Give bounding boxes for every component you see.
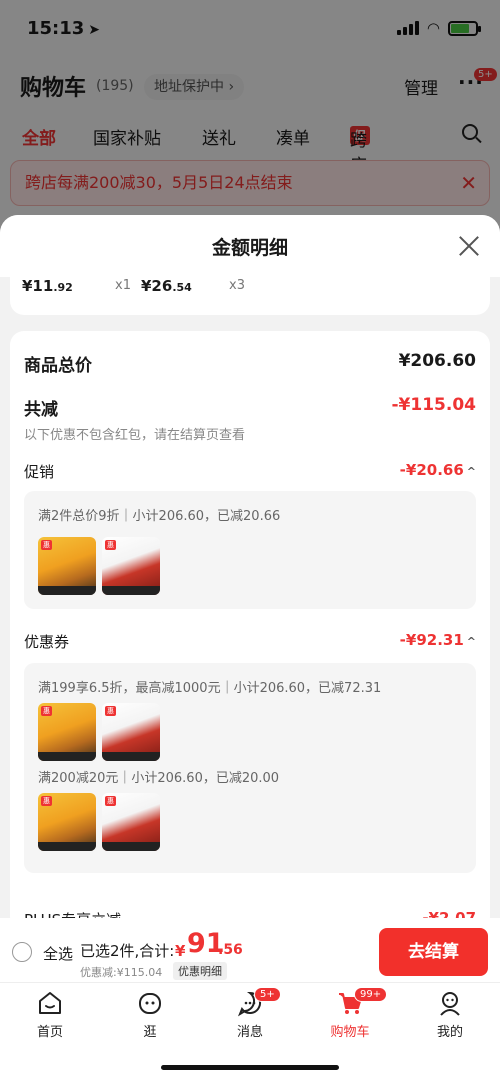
item-qty-2: x3 (229, 278, 245, 293)
caret-up-icon: ^ (466, 635, 476, 648)
product-thumbnail-box: 惠 (102, 793, 160, 851)
discount-info: 优惠减:¥115.04 (80, 966, 163, 979)
coupon-value: -¥92.31 (399, 631, 464, 649)
total-decimal: .56 (218, 942, 243, 958)
subtotal-label: 商品总价 (24, 356, 92, 376)
tab-label: 我的 (436, 1025, 463, 1040)
product-thumbnail-box: 惠 (102, 537, 160, 595)
close-icon[interactable] (458, 235, 480, 257)
tab-cart[interactable]: 购物车 99+ (310, 987, 390, 1040)
coupon-detail-text-1: 满199享6.5折，最高减1000元｜小计206.60，已减72.31 (38, 681, 382, 696)
coupon-label: 优惠券 (24, 633, 70, 651)
tab-profile[interactable]: 我的 (410, 989, 490, 1040)
tab-browse[interactable]: 逛 (110, 989, 190, 1040)
promo-value-toggle[interactable]: -¥20.66 ^ (400, 461, 476, 479)
discount-detail-link[interactable]: 优惠明细 (173, 962, 227, 980)
caret-up-icon: ^ (466, 465, 476, 478)
reduce-label: 共减 (24, 400, 58, 420)
checkout-bar: 全选 已选2件,合计: ¥ 91 .56 优惠减:¥115.04 优惠明细 去结… (0, 918, 500, 982)
promo-label: 促销 (24, 463, 55, 481)
message-badge: 5+ (254, 987, 281, 1002)
tab-label: 消息 (236, 1025, 263, 1040)
item-price-2: ¥26.54 (141, 277, 192, 295)
select-all-radio[interactable] (12, 942, 32, 962)
total-currency: ¥ (175, 942, 186, 960)
coupon-detail-box: 满199享6.5折，最高减1000元｜小计206.60，已减72.31 惠 惠 … (24, 663, 476, 873)
browse-icon (139, 993, 161, 1014)
sheet-title: 金额明细 (211, 237, 288, 259)
sheet-header: 金额明细 (0, 215, 500, 277)
product-thumbnail-nuggets: 惠 (38, 703, 96, 761)
tab-messages[interactable]: 消息 5+ (210, 987, 290, 1040)
selected-count: 已选2件,合计: (80, 942, 175, 960)
promo-value: -¥20.66 (399, 461, 464, 479)
product-thumbnail-nuggets: 惠 (38, 793, 96, 851)
product-thumbnail-box: 惠 (102, 703, 160, 761)
item-prices-card: ¥11.92 x1 ¥26.54 x3 (10, 277, 490, 315)
subtotal-value: ¥206.60 (398, 351, 476, 371)
cart-badge: 99+ (354, 987, 388, 1002)
product-thumbnail-nuggets: 惠 (38, 537, 96, 595)
home-indicator (161, 1065, 339, 1070)
checkout-button[interactable]: 去结算 (379, 928, 488, 976)
item-qty-1: x1 (115, 278, 131, 293)
reduce-note: 以下优惠不包含红包，请在结算页查看 (24, 428, 246, 443)
select-all-label[interactable]: 全选 (43, 943, 73, 964)
profile-icon (440, 992, 460, 1016)
tab-label: 首页 (36, 1025, 63, 1040)
price-summary-card: 商品总价 ¥206.60 共减 -¥115.04 以下优惠不包含红包，请在结算页… (10, 331, 490, 931)
coupon-value-toggle[interactable]: -¥92.31 ^ (400, 631, 476, 649)
promo-detail-text: 满2件总价9折｜小计206.60，已减20.66 (38, 509, 281, 524)
home-face-icon (39, 992, 61, 1014)
reduce-value: -¥115.04 (391, 395, 477, 415)
tab-label: 逛 (143, 1025, 157, 1040)
tab-label: 购物车 (330, 1025, 370, 1040)
coupon-detail-text-2: 满200减20元｜小计206.60，已减20.00 (38, 771, 280, 786)
tab-home[interactable]: 首页 (10, 989, 90, 1040)
promo-detail-box: 满2件总价9折｜小计206.60，已减20.66 惠 惠 (24, 491, 476, 609)
item-price-1: ¥11.92 (22, 277, 73, 295)
